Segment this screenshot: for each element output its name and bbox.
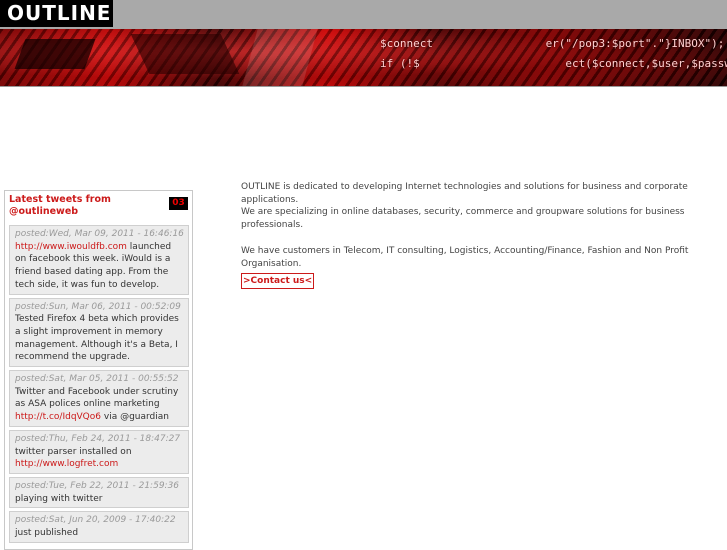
main-content: OUTLINE is dedicated to developing Inter…	[241, 181, 701, 290]
tweet-item: posted:Sat, Jun 20, 2009 - 17:40:22 just…	[9, 511, 189, 543]
banner-code-line-1: $connect er("/pop3:$port"."}INBOX");	[380, 37, 725, 50]
intro-text: OUTLINE is dedicated to developing Inter…	[241, 182, 688, 205]
banner-code-line-2: if (!$ ect($connect,$user,$passwd, OP_RE…	[380, 57, 727, 70]
contact-us-button[interactable]: >Contact us<	[241, 273, 315, 290]
header-banner: $connect er("/pop3:$port"."}INBOX"); if …	[0, 29, 727, 86]
specialization-text: We are specializing in online databases,…	[241, 207, 685, 231]
customers-text: We have customers in Telecom, IT consult…	[241, 245, 689, 269]
outline-logo[interactable]: OUTLINE	[0, 0, 113, 27]
tweet-link[interactable]: http://t.co/IdqVQo6	[15, 412, 101, 422]
tweet-item: posted:Thu, Feb 24, 2011 - 18:47:27 twit…	[9, 429, 189, 474]
tweet-link[interactable]: http://www.iwouldfb.com	[15, 242, 127, 252]
top-bar: OUTLINE	[0, 0, 727, 29]
tweet-link[interactable]: http://www.logfret.com	[15, 459, 118, 469]
tweet-item: posted:Tue, Feb 22, 2011 - 21:59:36 play…	[9, 476, 189, 509]
tweet-item: posted:Sat, Mar 05, 2011 - 00:55:52 Twit…	[9, 370, 189, 427]
twitter-icon[interactable]: 03	[169, 197, 188, 210]
tweets-panel: Latest tweets from @outlineweb 03 posted…	[4, 190, 193, 550]
tweet-item: posted:Sun, Mar 06, 2011 - 00:52:09 Test…	[9, 297, 189, 368]
tweet-item: posted:Wed, Mar 09, 2011 - 16:46:16 http…	[9, 225, 189, 295]
tweets-title: Latest tweets from @outlineweb	[9, 194, 111, 217]
